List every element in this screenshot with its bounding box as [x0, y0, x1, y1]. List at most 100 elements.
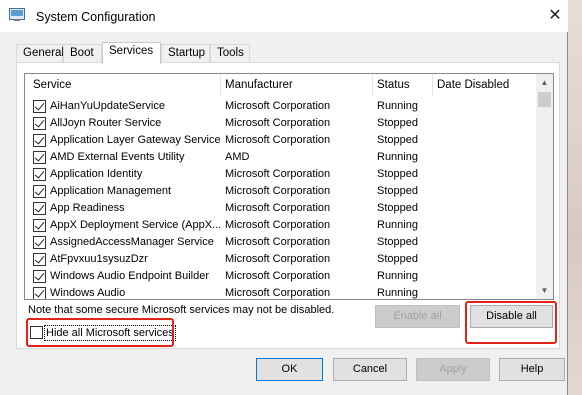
service-name: AppX Deployment Service (AppX... [50, 219, 220, 231]
service-status: Stopped [377, 185, 418, 197]
scroll-down-arrow-icon[interactable]: ▼ [536, 282, 553, 299]
service-name: AtFpvxuu1sysuzDzr [50, 253, 148, 265]
service-checkbox[interactable] [33, 185, 46, 198]
service-name: AllJoyn Router Service [50, 117, 162, 129]
service-name: Application Management [50, 185, 172, 197]
service-date-disabled [437, 166, 533, 183]
table-row[interactable]: Windows Audio Microsoft Corporation Runnin… [25, 285, 537, 299]
cancel-button[interactable]: Cancel [333, 358, 407, 381]
table-row[interactable]: AssignedAccessManager Service Microsoft C… [25, 234, 537, 251]
service-date-disabled [437, 234, 533, 251]
service-checkbox[interactable] [33, 236, 46, 249]
table-row[interactable]: AllJoyn Router Service Microsoft Corporat… [25, 115, 537, 132]
title-bar: System Configuration ✕ [0, 0, 568, 32]
vertical-scrollbar[interactable]: ▲ ▼ [536, 74, 553, 299]
column-header-manufacturer[interactable]: Manufacturer [221, 74, 373, 96]
service-manufacturer: Microsoft Corporation [225, 219, 331, 231]
system-configuration-window: System Configuration ✕ General Boot Serv… [0, 0, 568, 395]
service-date-disabled [437, 251, 533, 268]
scroll-up-arrow-icon[interactable]: ▲ [536, 74, 553, 91]
ok-button[interactable]: OK [256, 358, 323, 381]
service-date-disabled [437, 183, 533, 200]
service-checkbox[interactable] [33, 219, 46, 232]
tab-boot[interactable]: Boot [63, 44, 102, 63]
table-row[interactable]: Application Management Microsoft Corporat… [25, 183, 537, 200]
service-checkbox[interactable] [33, 151, 46, 164]
column-header-status[interactable]: Status [373, 74, 433, 96]
note-text: Note that some secure Microsoft services… [28, 304, 335, 316]
service-name: Windows Audio Endpoint Builder [50, 270, 209, 282]
column-header-service[interactable]: Service [29, 74, 221, 96]
table-row[interactable]: App Readiness Microsoft Corporation Stoppe… [25, 200, 537, 217]
service-status: Stopped [377, 168, 418, 180]
tab-tools[interactable]: Tools [210, 44, 250, 63]
services-rows: AiHanYuUpdateService Microsoft Corporatio… [25, 98, 537, 299]
service-name: AssignedAccessManager Service [50, 236, 214, 248]
service-checkbox[interactable] [33, 270, 46, 283]
service-status: Stopped [377, 253, 418, 265]
service-name: AMD External Events Utility [50, 151, 185, 163]
service-manufacturer: Microsoft Corporation [225, 270, 331, 282]
service-manufacturer: Microsoft Corporation [225, 287, 331, 299]
service-checkbox[interactable] [33, 168, 46, 181]
service-date-disabled [437, 217, 533, 234]
service-checkbox[interactable] [33, 100, 46, 113]
table-row[interactable]: Windows Audio Endpoint Builder Microsoft … [25, 268, 537, 285]
service-date-disabled [437, 285, 533, 299]
service-status: Stopped [377, 236, 418, 248]
service-manufacturer: Microsoft Corporation [225, 236, 331, 248]
service-status: Stopped [377, 134, 418, 146]
scroll-thumb[interactable] [538, 92, 551, 107]
table-row[interactable]: AppX Deployment Service (AppX... Microsof… [25, 217, 537, 234]
service-status: Running [377, 287, 418, 299]
service-status: Stopped [377, 202, 418, 214]
service-name: AiHanYuUpdateService [50, 100, 165, 112]
table-row[interactable]: AMD External Events Utility AMD Running [25, 149, 537, 166]
highlight-box-hide-services [26, 318, 174, 347]
service-manufacturer: AMD [225, 151, 250, 163]
service-status: Running [377, 270, 418, 282]
highlight-box-disable-all [465, 301, 557, 344]
enable-all-button[interactable]: Enable all [375, 305, 460, 328]
tab-startup[interactable]: Startup [161, 44, 210, 63]
table-row[interactable]: Application Identity Microsoft Corporatio… [25, 166, 537, 183]
service-date-disabled [437, 132, 533, 149]
service-date-disabled [437, 200, 533, 217]
service-manufacturer: Microsoft Corporation [225, 100, 331, 112]
service-checkbox[interactable] [33, 287, 46, 299]
service-status: Stopped [377, 117, 418, 129]
service-checkbox[interactable] [33, 117, 46, 130]
service-date-disabled [437, 98, 533, 115]
tab-general[interactable]: General [16, 44, 64, 63]
window-title: System Configuration [36, 10, 156, 24]
service-date-disabled [437, 149, 533, 166]
service-status: Running [377, 100, 418, 112]
table-row[interactable]: Application Layer Gateway Service Microso… [25, 132, 537, 149]
service-name: App Readiness [50, 202, 125, 214]
close-icon[interactable]: ✕ [546, 7, 564, 25]
apply-button[interactable]: Apply [416, 358, 490, 381]
service-manufacturer: Microsoft Corporation [225, 253, 331, 265]
table-row[interactable]: AiHanYuUpdateService Microsoft Corporatio… [25, 98, 537, 115]
service-date-disabled [437, 115, 533, 132]
service-manufacturer: Microsoft Corporation [225, 202, 331, 214]
services-list[interactable]: Service Manufacturer Status Date Disable… [24, 73, 554, 300]
desktop-background [568, 0, 582, 395]
service-name: Windows Audio [50, 287, 126, 299]
tab-services[interactable]: Services [102, 42, 161, 64]
service-checkbox[interactable] [33, 202, 46, 215]
service-checkbox[interactable] [33, 253, 46, 266]
column-header-date-disabled[interactable]: Date Disabled [433, 74, 536, 96]
service-manufacturer: Microsoft Corporation [225, 168, 331, 180]
service-status: Running [377, 151, 418, 163]
help-button[interactable]: Help [499, 358, 565, 381]
service-manufacturer: Microsoft Corporation [225, 117, 331, 129]
service-date-disabled [437, 268, 533, 285]
table-row[interactable]: AtFpvxuu1sysuzDzr Microsoft Corporation St… [25, 251, 537, 268]
service-name: Application Layer Gateway Service [50, 134, 220, 146]
service-status: Running [377, 219, 418, 231]
service-name: Application Identity [50, 168, 143, 180]
service-manufacturer: Microsoft Corporation [225, 134, 331, 146]
service-manufacturer: Microsoft Corporation [225, 185, 331, 197]
service-checkbox[interactable] [33, 134, 46, 147]
